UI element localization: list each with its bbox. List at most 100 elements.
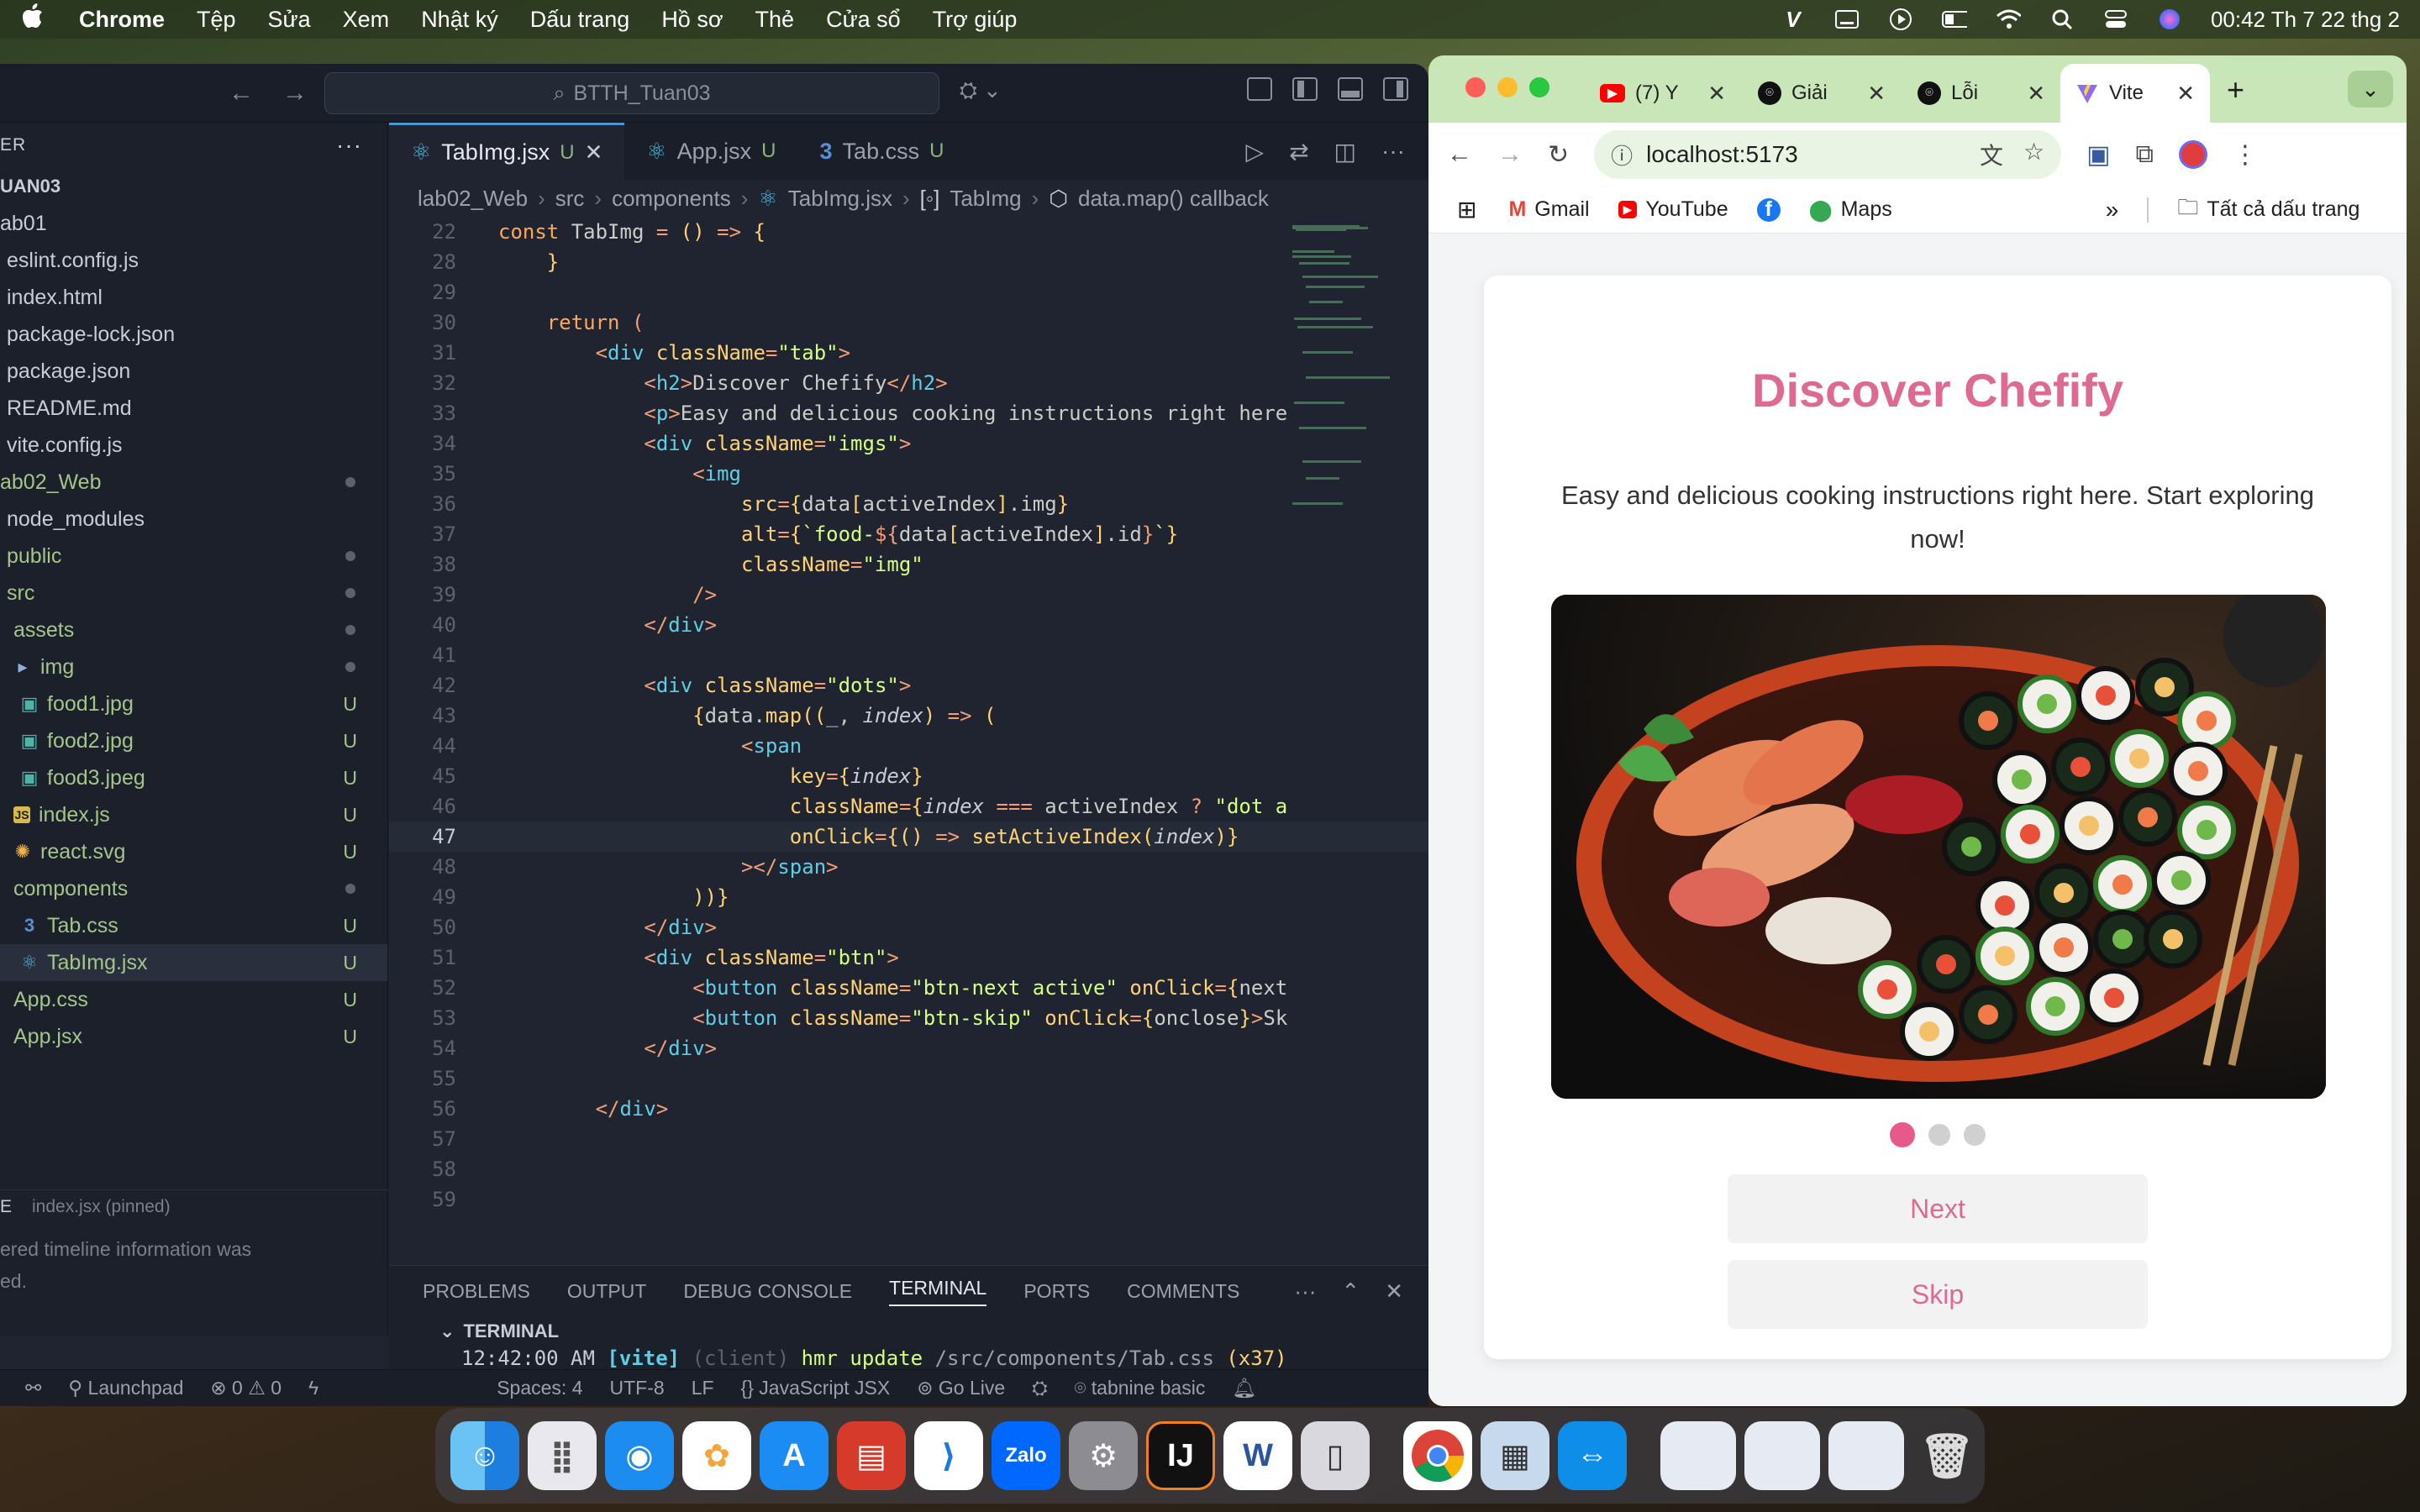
skip-button[interactable]: Skip: [1728, 1260, 2148, 1329]
notifications-icon[interactable]: 🔔︎: [1232, 1377, 1256, 1399]
bookmark-facebook[interactable]: f: [1756, 197, 1781, 222]
code-line[interactable]: 40 </div>: [389, 610, 1428, 640]
code-line[interactable]: 29: [389, 277, 1428, 307]
dock-preview-icon[interactable]: ▦: [1481, 1421, 1549, 1490]
dock-presentation-icon[interactable]: ▤: [837, 1421, 906, 1490]
minimap[interactable]: [1286, 217, 1412, 603]
file-tree-item[interactable]: JS index.js U: [0, 796, 387, 833]
code-line[interactable]: 43 {data.map((_, index) => (: [389, 701, 1428, 731]
terminal-header[interactable]: ⌄ TERMINAL: [389, 1316, 1428, 1347]
close-icon[interactable]: ✕: [1385, 1278, 1403, 1305]
code-line[interactable]: 34 <div className="imgs">: [389, 428, 1428, 459]
dock-window-thumbnail[interactable]: [1744, 1421, 1820, 1490]
forward-arrow-icon[interactable]: →: [282, 79, 308, 108]
indentation-status[interactable]: Spaces: 4: [497, 1377, 582, 1399]
dock-teamviewer-icon[interactable]: ⇔: [1558, 1421, 1627, 1490]
menu-window[interactable]: Cửa sổ: [826, 7, 901, 33]
code-editor[interactable]: 22 const TabImg = () => {28 } 29 30 return …: [389, 217, 1428, 1267]
code-line[interactable]: 45 key={index}: [389, 761, 1428, 791]
panel-tab-ports[interactable]: PORTS: [1023, 1280, 1090, 1303]
menu-profiles[interactable]: Hồ sơ: [661, 7, 723, 33]
translate-icon[interactable]: 文: [1980, 138, 2003, 171]
close-icon[interactable]: ✕: [2027, 81, 2045, 107]
browser-tab-loi[interactable]: ⌾ Lỗi ✕: [1902, 64, 2060, 123]
new-tab-plus-icon[interactable]: +: [2227, 72, 2244, 108]
wifi-icon[interactable]: [1996, 8, 2021, 30]
compare-changes-icon[interactable]: ⇄: [1289, 138, 1308, 165]
code-line[interactable]: 48 ></span>: [389, 852, 1428, 882]
menu-bookmarks[interactable]: Dấu trang: [530, 7, 630, 33]
breadcrumb-item[interactable]: src: [555, 186, 585, 212]
code-line[interactable]: 22 const TabImg = () => {: [389, 217, 1428, 247]
dock-intellij-icon[interactable]: IJ: [1146, 1421, 1215, 1490]
code-line[interactable]: 39 />: [389, 580, 1428, 610]
back-arrow-icon[interactable]: ←: [229, 79, 254, 108]
bookmark-gmail[interactable]: M Gmail: [1508, 197, 1589, 222]
menu-help[interactable]: Trợ giúp: [933, 7, 1018, 33]
menu-edit[interactable]: Sửa: [268, 7, 311, 33]
chrome-menu-icon[interactable]: ⋮: [2233, 140, 2258, 170]
extensions-puzzle-icon[interactable]: ⧉: [2136, 140, 2154, 169]
file-tree-item[interactable]: package.json: [0, 353, 387, 390]
file-tree-item[interactable]: ab01: [0, 205, 387, 242]
more-actions-icon[interactable]: ···: [336, 132, 362, 159]
browser-tab-youtube[interactable]: ▶ (7) Y ✕: [1585, 64, 1741, 123]
split-editor-icon[interactable]: ◫: [1334, 138, 1356, 165]
site-info-icon[interactable]: ⓘ: [1611, 139, 1633, 171]
code-line[interactable]: 30 return (: [389, 307, 1428, 338]
toggle-primary-sidebar-icon[interactable]: [1292, 77, 1318, 101]
file-tree-item[interactable]: ▣ food2.jpg U: [0, 722, 387, 759]
next-button[interactable]: Next: [1728, 1174, 2148, 1243]
reload-icon[interactable]: ↻: [1548, 140, 1569, 170]
dock-safari-icon[interactable]: ◉: [605, 1421, 674, 1490]
code-line[interactable]: 56 </div>: [389, 1094, 1428, 1124]
code-line[interactable]: 42 <div className="dots">: [389, 670, 1428, 701]
panel-tab-debug-console[interactable]: DEBUG CONSOLE: [683, 1280, 852, 1303]
file-tree-item[interactable]: ab02_Web: [0, 464, 387, 501]
copilot-status-icon[interactable]: ⛭: [1032, 1377, 1047, 1399]
more-actions-icon[interactable]: ···: [1381, 138, 1405, 165]
profile-avatar[interactable]: [2178, 140, 2207, 169]
file-tree-item[interactable]: assets: [0, 612, 387, 648]
dock-zalo-icon[interactable]: Zalo: [992, 1421, 1060, 1490]
bookmark-maps[interactable]: ⬤ Maps: [1809, 197, 1892, 223]
dock-system-settings-icon[interactable]: ⚙: [1069, 1421, 1138, 1490]
code-line[interactable]: 47 onClick={() => setActiveIndex(index)}: [389, 822, 1428, 852]
breadcrumb-item[interactable]: TabImg: [950, 186, 1021, 212]
pagination-dot[interactable]: [1928, 1124, 1950, 1146]
close-icon[interactable]: ✕: [1707, 81, 1726, 107]
apps-grid-icon[interactable]: ⊞: [1457, 196, 1476, 223]
encoding-status[interactable]: UTF-8: [610, 1377, 665, 1399]
code-line[interactable]: 55: [389, 1063, 1428, 1094]
tab-app-jsx[interactable]: ⚛ App.jsx U: [624, 123, 797, 180]
keyboard-icon[interactable]: [1834, 8, 1860, 30]
file-tree-item[interactable]: public: [0, 538, 387, 575]
file-tree-item[interactable]: ▸ img: [0, 648, 387, 685]
bookmark-youtube[interactable]: ▶ YouTube: [1618, 197, 1728, 222]
code-line[interactable]: 52 <button className="btn-next active" o…: [389, 973, 1428, 1003]
dock-window-thumbnail[interactable]: [1660, 1421, 1736, 1490]
maximize-panel-icon[interactable]: ⌃: [1341, 1278, 1360, 1305]
file-tree-item[interactable]: node_modules: [0, 501, 387, 538]
file-tree-item[interactable]: vite.config.js: [0, 427, 387, 464]
remote-icon[interactable]: ⚯: [25, 1377, 41, 1399]
url-text[interactable]: localhost:5173: [1646, 141, 1798, 168]
problems-status[interactable]: ⊗ 0 ⚠ 0: [210, 1377, 281, 1399]
close-icon[interactable]: ✕: [1867, 81, 1886, 107]
go-live-status[interactable]: ⊚ Go Live: [917, 1377, 1005, 1399]
tab-tab-css[interactable]: 3 Tab.css U: [798, 123, 966, 180]
zoom-window-button[interactable]: [1529, 77, 1549, 97]
code-line[interactable]: 58: [389, 1154, 1428, 1184]
dock-iphone-mirroring-icon[interactable]: ▯: [1301, 1421, 1370, 1490]
dock-window-thumbnail[interactable]: [1828, 1421, 1904, 1490]
dock-chrome-icon[interactable]: [1403, 1421, 1472, 1490]
toggle-panel-icon[interactable]: [1338, 77, 1363, 101]
command-center-search[interactable]: ⌕ BTTH_Tuan03: [324, 72, 939, 114]
language-status[interactable]: {} JavaScript JSX: [741, 1377, 891, 1399]
copilot-icon[interactable]: ⛭ ⌄: [960, 77, 1002, 104]
code-line[interactable]: 59: [389, 1184, 1428, 1215]
menu-history[interactable]: Nhật ký: [421, 7, 498, 33]
battery-icon[interactable]: [1941, 8, 1967, 30]
dock-trash-icon[interactable]: 🗑︎: [1912, 1421, 1981, 1490]
minimize-window-button[interactable]: [1497, 77, 1518, 97]
